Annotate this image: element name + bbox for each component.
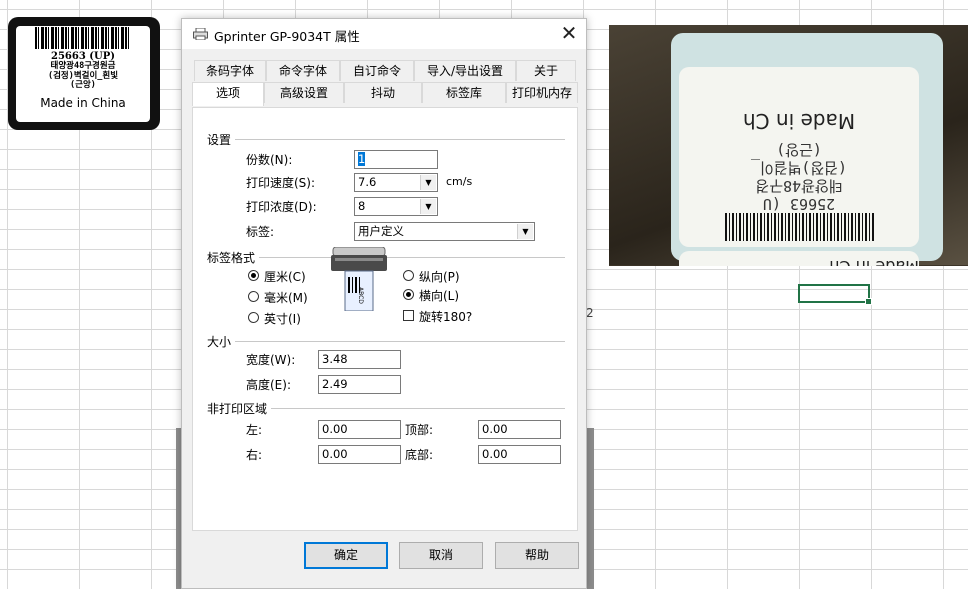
format-group-label: 标签格式 [207, 249, 260, 266]
printer-properties-dialog: Gprinter GP-9034T 属性 ✕ 条码字体 命令字体 自订命令 导入… [181, 18, 587, 589]
top-margin-label: 顶部: [405, 423, 434, 437]
barcode-graphic [35, 27, 131, 49]
label-roll-photo[interactable]: 25663 (U 태양광48구경 (검정)벽걸이_ (근앙) Made in C… [609, 25, 968, 266]
unit-cm-radio[interactable] [248, 270, 259, 281]
cancel-button[interactable]: 取消 [399, 542, 483, 569]
printer-icon [193, 28, 208, 40]
density-label: 打印浓度(D): [246, 200, 317, 214]
size-group-label: 大小 [207, 333, 236, 350]
height-label: 高度(E): [246, 378, 291, 392]
landscape-radio[interactable] [403, 289, 414, 300]
density-select[interactable]: 8 ▼ [354, 197, 438, 216]
stock-select[interactable]: 用户定义 ▼ [354, 222, 535, 241]
label-made-in: Made in China [40, 95, 126, 110]
settings-group-label: 设置 [207, 131, 236, 148]
tab-command-font[interactable]: 命令字体 [266, 60, 340, 81]
tab-advanced[interactable]: 高级设置 [264, 82, 344, 103]
tab-barcode-font[interactable]: 条码字体 [194, 60, 266, 81]
photo-barcode [724, 213, 874, 241]
chevron-down-icon: ▼ [420, 199, 436, 214]
portrait-radio[interactable] [403, 270, 414, 281]
speed-value: 7.6 [358, 175, 377, 189]
settings-group-line [228, 139, 565, 141]
options-panel: 设置 份数(N): 1 打印速度(S): 7.6 ▼ cm/s 打印浓度(D):… [192, 107, 578, 531]
copies-input[interactable]: 1 [354, 150, 438, 169]
photo-line-3: (근앙) [776, 141, 822, 159]
stock-value: 用户定义 [358, 224, 404, 238]
unit-cm-label[interactable]: 厘米(C) [264, 268, 306, 285]
help-button[interactable]: 帮助 [495, 542, 579, 569]
preview-text: ABCD [357, 287, 364, 304]
chevron-down-icon: ▼ [420, 175, 436, 190]
unit-inch-label[interactable]: 英寸(I) [264, 310, 301, 327]
tab-label-library[interactable]: 标签库 [422, 82, 506, 103]
label-printer-preview-icon: ABCD [331, 247, 387, 311]
rotate-180-checkbox[interactable] [403, 310, 414, 321]
width-input[interactable]: 3.48 [318, 350, 401, 369]
left-margin-label: 左: [246, 423, 263, 437]
stock-label: 标签: [246, 225, 275, 239]
tab-import-export[interactable]: 导入/导出设置 [414, 60, 516, 81]
bottom-margin-label: 底部: [405, 448, 434, 462]
tab-row-2: 选项 高级设置 抖动 标签库 打印机内存 [192, 82, 578, 106]
unit-mm-radio[interactable] [248, 291, 259, 302]
margins-group-label: 非打印区域 [207, 400, 272, 417]
width-label: 宽度(W): [246, 353, 296, 367]
portrait-label[interactable]: 纵向(P) [419, 268, 460, 285]
copies-label: 份数(N): [246, 153, 293, 167]
landscape-label[interactable]: 横向(L) [419, 287, 459, 304]
photo-line-2: (검정)벽걸이_ [750, 159, 848, 177]
height-input[interactable]: 2.49 [318, 375, 401, 394]
bottom-margin-input[interactable]: 0.00 [478, 445, 561, 464]
speed-unit: cm/s [446, 175, 473, 188]
margins-group-line [267, 408, 565, 410]
tab-custom-command[interactable]: 自订命令 [340, 60, 414, 81]
right-margin-input[interactable]: 0.00 [318, 445, 401, 464]
photo-next-label: Made in Ch [679, 251, 919, 266]
title-bar[interactable]: Gprinter GP-9034T 属性 ✕ [182, 19, 586, 49]
right-margin-label: 右: [246, 448, 263, 462]
speed-label: 打印速度(S): [246, 176, 316, 190]
label-sticker: 25663 (UP) 태양광48구경원금 (검정)벽걸이_흰빛 (근앙) Mad… [16, 26, 150, 122]
photo-code: 25663 (U [762, 195, 836, 213]
density-value: 8 [358, 199, 366, 213]
label-line-3: (근앙) [70, 80, 96, 90]
speed-select[interactable]: 7.6 ▼ [354, 173, 438, 192]
copies-value: 1 [358, 152, 366, 166]
chevron-down-icon: ▼ [517, 224, 533, 239]
tab-dithering[interactable]: 抖动 [344, 82, 422, 103]
rotate-180-label[interactable]: 旋转180? [419, 308, 472, 325]
unit-mm-label[interactable]: 毫米(M) [264, 289, 308, 306]
selected-cell[interactable] [798, 284, 872, 305]
tab-about[interactable]: 关于 [516, 60, 576, 81]
photo-made-in: Made in Ch [742, 109, 856, 133]
photo-label: 25663 (U 태양광48구경 (검정)벽걸이_ (근앙) Made in C… [679, 67, 919, 247]
tab-row-1: 条码字体 命令字体 自订命令 导入/导出设置 关于 [194, 60, 576, 82]
unit-inch-radio[interactable] [248, 312, 259, 323]
photo-line-1: 태양광48구경 [755, 177, 843, 195]
ok-button[interactable]: 确定 [304, 542, 388, 569]
label-preview-image[interactable]: 25663 (UP) 태양광48구경원금 (검정)벽걸이_흰빛 (근앙) Mad… [8, 17, 160, 130]
top-margin-input[interactable]: 0.00 [478, 420, 561, 439]
size-group-line [229, 341, 565, 343]
dialog-title: Gprinter GP-9034T 属性 [214, 29, 360, 44]
photo-next-label-text: Made in Ch [679, 257, 919, 266]
tab-options[interactable]: 选项 [192, 82, 264, 106]
close-button[interactable]: ✕ [552, 19, 586, 49]
format-group-line [253, 257, 565, 259]
tab-printer-memory[interactable]: 打印机内存 [506, 82, 578, 103]
left-margin-input[interactable]: 0.00 [318, 420, 401, 439]
cell-text: 2 [586, 306, 594, 320]
